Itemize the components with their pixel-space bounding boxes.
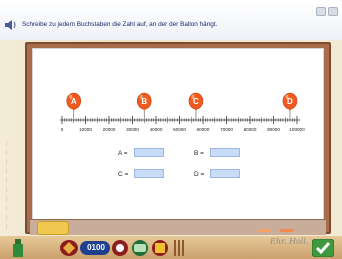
bottle-icon[interactable] bbox=[10, 238, 26, 258]
tick-label: 100000 bbox=[289, 127, 305, 132]
balloon-letter: D bbox=[287, 97, 293, 106]
answer-label-d: D = bbox=[194, 171, 205, 178]
tick-label: 60000 bbox=[197, 127, 210, 132]
answer-field-c[interactable] bbox=[134, 169, 164, 178]
time-display: 0100 bbox=[87, 243, 105, 252]
tick-label: 50000 bbox=[173, 127, 186, 132]
answer-field-d[interactable] bbox=[210, 169, 240, 178]
answer-field-b[interactable] bbox=[210, 148, 240, 157]
tick-label: 70000 bbox=[220, 127, 233, 132]
tick-label: 40000 bbox=[150, 127, 163, 132]
tick-label: 20000 bbox=[103, 127, 116, 132]
check-icon[interactable] bbox=[312, 239, 334, 257]
balloon-d: D bbox=[282, 92, 298, 120]
answer-field-a[interactable] bbox=[134, 148, 164, 157]
balloon-letter: A bbox=[71, 97, 77, 106]
chalk-tray bbox=[30, 219, 326, 235]
answer-label-a: A = bbox=[118, 150, 128, 157]
balloon-letter: B bbox=[141, 97, 147, 106]
tick-label: 90000 bbox=[267, 127, 280, 132]
answer-label-c: C = bbox=[118, 171, 129, 178]
chalk-icon[interactable] bbox=[258, 229, 272, 232]
balloon-c: C bbox=[188, 92, 204, 120]
answer-label-b: B = bbox=[194, 150, 204, 157]
chalk-icon[interactable] bbox=[280, 229, 294, 232]
tick-label: 10000 bbox=[79, 127, 92, 132]
balloon-a: A bbox=[66, 92, 82, 120]
tick-label: 30000 bbox=[126, 127, 139, 132]
sponge-icon[interactable] bbox=[37, 221, 69, 235]
number-line-axis: 0 10000 20000 30000 40000 50000 60000 70000 8000… bbox=[60, 116, 305, 132]
balloon-letter: C bbox=[193, 97, 199, 106]
balloon-b: B bbox=[136, 92, 152, 120]
tick-label: 0 bbox=[61, 127, 64, 132]
balloon-group: A B C D bbox=[66, 92, 298, 120]
tick-label: 80000 bbox=[244, 127, 257, 132]
signature: Ehr. Holl. bbox=[270, 237, 309, 246]
